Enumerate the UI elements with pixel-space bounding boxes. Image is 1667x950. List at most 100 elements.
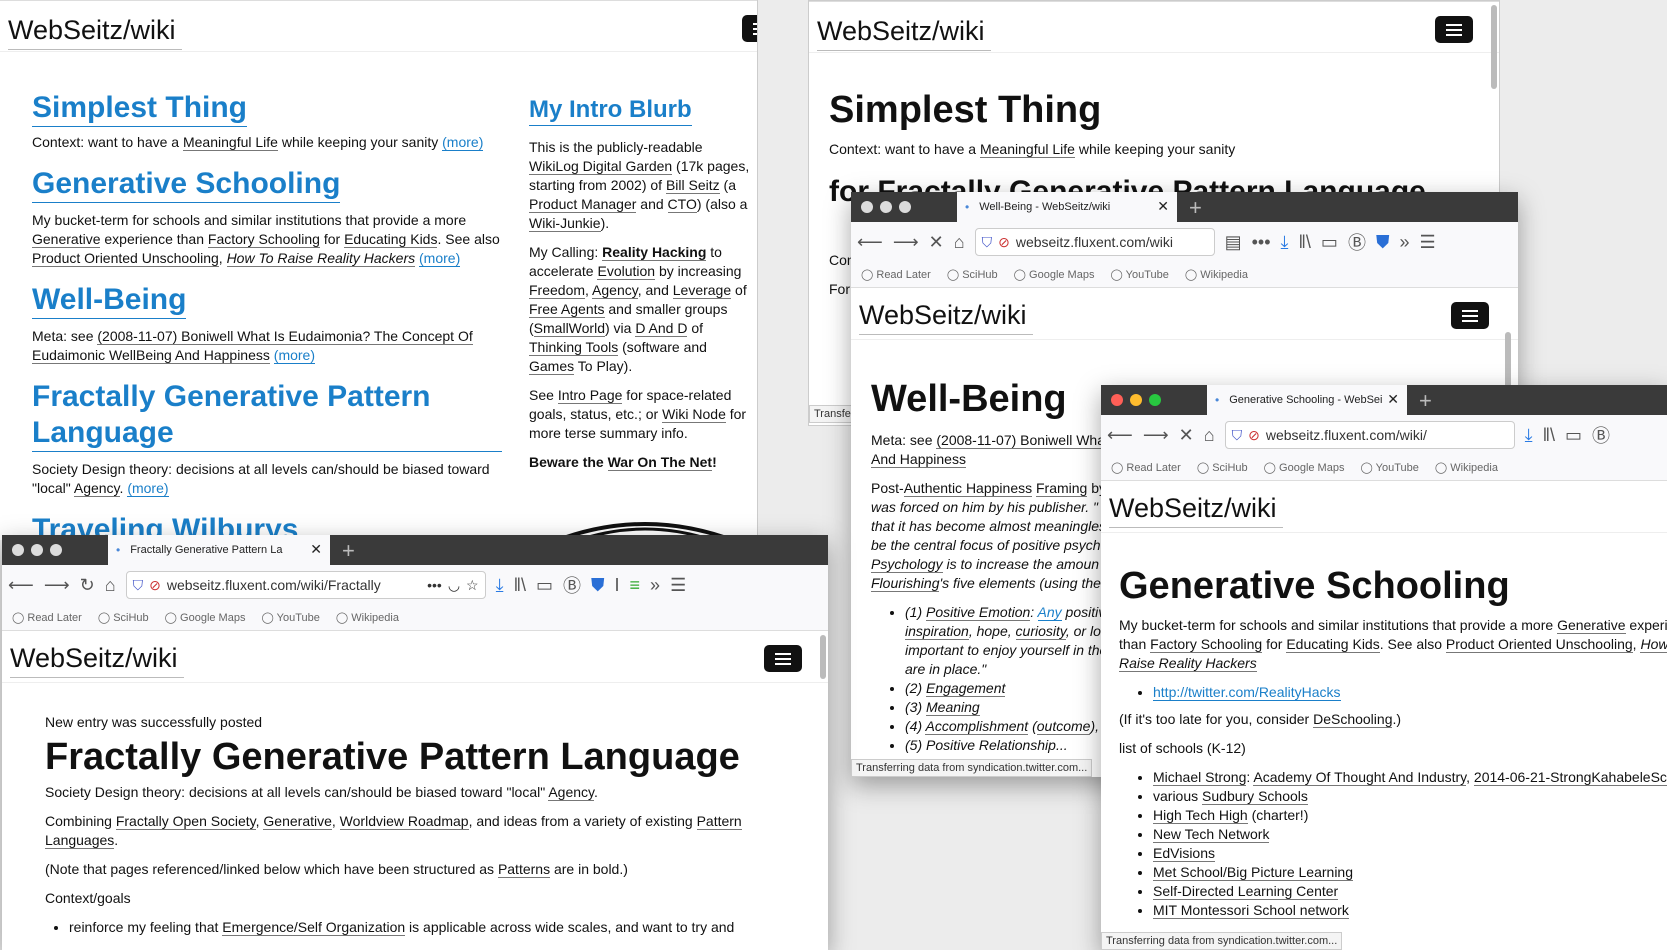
download-icon[interactable]: ⤓ bbox=[1281, 232, 1289, 253]
bookmark-youtube[interactable]: YouTube bbox=[1360, 461, 1419, 474]
link[interactable]: curiosity bbox=[1015, 623, 1066, 640]
link[interactable]: Meaningful Life bbox=[979, 141, 1075, 158]
link[interactable]: Sudbury Schools bbox=[1202, 788, 1308, 805]
link[interactable]: DeSchooling bbox=[1313, 711, 1393, 728]
link[interactable]: Engagement bbox=[926, 680, 1006, 697]
link[interactable]: Generative bbox=[263, 813, 332, 830]
link[interactable]: Agency bbox=[592, 281, 638, 299]
link[interactable]: Accomplishment bbox=[925, 718, 1029, 735]
bookmark-google-maps[interactable]: Google Maps bbox=[1264, 461, 1344, 474]
bookmark-read-later[interactable]: Read Later bbox=[861, 268, 930, 281]
site-logo[interactable]: WebSeitz/wiki bbox=[8, 15, 182, 50]
link[interactable]: War On The Net bbox=[607, 453, 713, 471]
link[interactable]: Patterns bbox=[497, 861, 551, 878]
link[interactable]: Authentic Happiness bbox=[903, 480, 1033, 497]
bookmark-youtube[interactable]: YouTube bbox=[1110, 268, 1169, 281]
overflow-icon[interactable]: » bbox=[650, 575, 660, 596]
link[interactable]: Worldview Roadmap bbox=[339, 813, 469, 830]
extension-icon[interactable]: Ⓑ bbox=[563, 572, 581, 598]
link[interactable]: Product Oriented Unschooling bbox=[1445, 636, 1633, 653]
window-controls[interactable] bbox=[861, 201, 911, 213]
link[interactable]: Framing bbox=[1036, 480, 1088, 497]
link[interactable]: How To Raise Reality Hackers bbox=[226, 250, 416, 267]
bookmark-scihub[interactable]: SciHub bbox=[1197, 461, 1247, 474]
bookmark-google-maps[interactable]: Google Maps bbox=[165, 611, 245, 624]
link[interactable]: inspiration bbox=[905, 623, 969, 640]
link[interactable]: Freedom bbox=[529, 281, 586, 299]
home-icon[interactable]: ⌂ bbox=[954, 232, 965, 253]
link[interactable]: Games bbox=[529, 357, 575, 375]
site-logo[interactable]: WebSeitz/wiki bbox=[859, 300, 1033, 335]
link[interactable]: Evolution bbox=[597, 262, 656, 280]
sidebar-title[interactable]: My Intro Blurb bbox=[529, 96, 692, 126]
overflow-icon[interactable]: » bbox=[1399, 232, 1409, 253]
scrollbar[interactable] bbox=[820, 635, 826, 679]
app-menu-icon[interactable]: ☰ bbox=[1419, 232, 1435, 253]
window-controls[interactable] bbox=[12, 544, 62, 556]
twitter-link[interactable]: http://twitter.com/RealityHacks bbox=[1153, 684, 1341, 701]
link[interactable]: Intro Page bbox=[557, 386, 623, 404]
sidebar-icon[interactable]: ▭ bbox=[1321, 232, 1338, 253]
home-icon[interactable]: ⌂ bbox=[105, 575, 116, 596]
tab-fractally[interactable]: • Fractally Generative Pattern La ✕ bbox=[108, 535, 330, 565]
bitwarden-icon[interactable]: ⛊ bbox=[1376, 232, 1390, 253]
link[interactable]: Factory Schooling bbox=[1150, 636, 1263, 653]
library-icon[interactable]: ‖\ bbox=[514, 575, 526, 596]
more-link[interactable]: (more) bbox=[419, 250, 461, 267]
close-icon[interactable]: ✕ bbox=[310, 541, 322, 558]
site-logo[interactable]: WebSeitz/wiki bbox=[10, 643, 184, 678]
url-bar[interactable]: ⛉ ⊘ webseitz.fluxent.com/wiki bbox=[974, 228, 1215, 256]
link[interactable]: Product Oriented Unschooling bbox=[32, 250, 219, 267]
forward-icon[interactable]: ⟶ bbox=[893, 232, 919, 253]
link[interactable]: Wiki-Junkie bbox=[529, 214, 601, 232]
bookmark-read-later[interactable]: Read Later bbox=[12, 611, 81, 624]
more-icon[interactable]: ••• bbox=[1252, 232, 1271, 253]
reload-icon[interactable]: ↻ bbox=[80, 575, 95, 596]
link[interactable]: Met School/Big Picture Learning bbox=[1153, 864, 1353, 881]
tab-well-being[interactable]: • Well-Being - WebSeitz/wiki ✕ bbox=[957, 192, 1177, 222]
close-icon[interactable]: ✕ bbox=[1157, 198, 1169, 215]
link[interactable]: Bill Seitz bbox=[665, 176, 720, 194]
more-link[interactable]: (more) bbox=[127, 480, 169, 497]
link[interactable]: Product Manager bbox=[529, 195, 637, 213]
link[interactable]: 2014-06-21-StrongKahabeleSch bbox=[1473, 769, 1667, 786]
more-icon[interactable]: ••• bbox=[427, 577, 442, 593]
link[interactable]: Agency bbox=[548, 784, 595, 801]
link[interactable]: CTO bbox=[667, 195, 697, 213]
link[interactable]: D And D bbox=[635, 319, 688, 337]
home-icon[interactable]: ⌂ bbox=[1204, 425, 1215, 446]
link[interactable]: Free Agents bbox=[529, 300, 605, 318]
download-icon[interactable]: ⤓ bbox=[1525, 425, 1533, 446]
text-cursor-icon[interactable]: I bbox=[615, 575, 620, 596]
link[interactable]: Meaningful Life bbox=[182, 134, 278, 151]
new-tab-button[interactable]: + bbox=[1419, 388, 1432, 414]
link[interactable]: EdVisions bbox=[1153, 845, 1216, 862]
new-tab-button[interactable]: + bbox=[1189, 195, 1202, 221]
back-icon[interactable]: ⟵ bbox=[857, 232, 883, 253]
link[interactable]: Flourishing bbox=[871, 575, 940, 592]
link[interactable]: (2008-11-07) Boniwell What Is Eudaimonia… bbox=[32, 328, 473, 364]
link[interactable]: MIT Montessori School network bbox=[1153, 902, 1349, 919]
forward-icon[interactable]: ⟶ bbox=[44, 575, 70, 596]
stop-icon[interactable]: ✕ bbox=[929, 232, 944, 253]
link[interactable]: High Tech High bbox=[1153, 807, 1248, 824]
close-icon[interactable]: ✕ bbox=[1387, 391, 1399, 408]
url-bar[interactable]: ⛉ ⊘ webseitz.fluxent.com/wiki/ bbox=[1224, 421, 1515, 449]
back-icon[interactable]: ⟵ bbox=[1107, 425, 1133, 446]
menu-button[interactable] bbox=[764, 645, 802, 672]
menu-button[interactable] bbox=[1435, 16, 1473, 43]
link[interactable]: Educating Kids bbox=[1286, 636, 1380, 653]
link[interactable]: Emergence/Self Organization bbox=[222, 919, 406, 936]
entry-title[interactable]: Generative Schooling bbox=[32, 166, 341, 203]
color-icon[interactable]: ≡ bbox=[630, 575, 641, 596]
link[interactable]: Raise Reality Hackers bbox=[1119, 655, 1257, 672]
entry-title[interactable]: Simplest Thing bbox=[32, 90, 248, 127]
link[interactable]: And Happiness bbox=[871, 451, 966, 468]
download-icon[interactable]: ⤓ bbox=[496, 575, 504, 596]
menu-button[interactable] bbox=[1451, 302, 1489, 329]
link[interactable]: Generative bbox=[1557, 617, 1626, 634]
pocket-icon[interactable]: ◡ bbox=[448, 577, 460, 594]
link[interactable]: Meaning bbox=[926, 699, 980, 716]
link[interactable]: WikiLog Digital Garden bbox=[529, 157, 673, 175]
window-controls[interactable] bbox=[1111, 394, 1161, 406]
